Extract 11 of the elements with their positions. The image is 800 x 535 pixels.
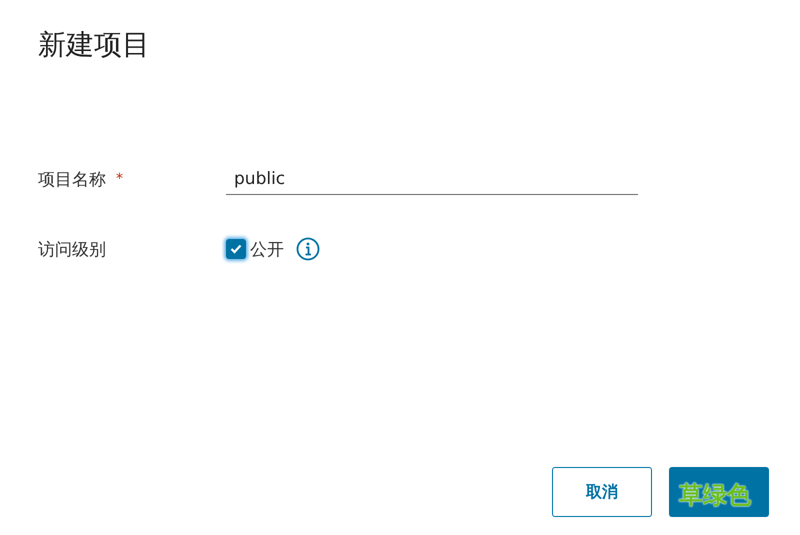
check-icon [230, 244, 242, 254]
cancel-button[interactable]: 取消 [552, 467, 652, 517]
checkbox-label: 公开 [250, 238, 284, 260]
field-label: 项目名称 [38, 168, 106, 190]
dialog-title: 新建项目 [38, 27, 151, 63]
info-icon[interactable] [296, 237, 320, 261]
required-mark: * [116, 171, 123, 187]
name-input[interactable]: public [226, 163, 638, 195]
annotation-text: 草绿色 [679, 480, 751, 511]
public-checkbox[interactable] [226, 239, 246, 259]
field-label: 访问级别 [38, 238, 106, 260]
